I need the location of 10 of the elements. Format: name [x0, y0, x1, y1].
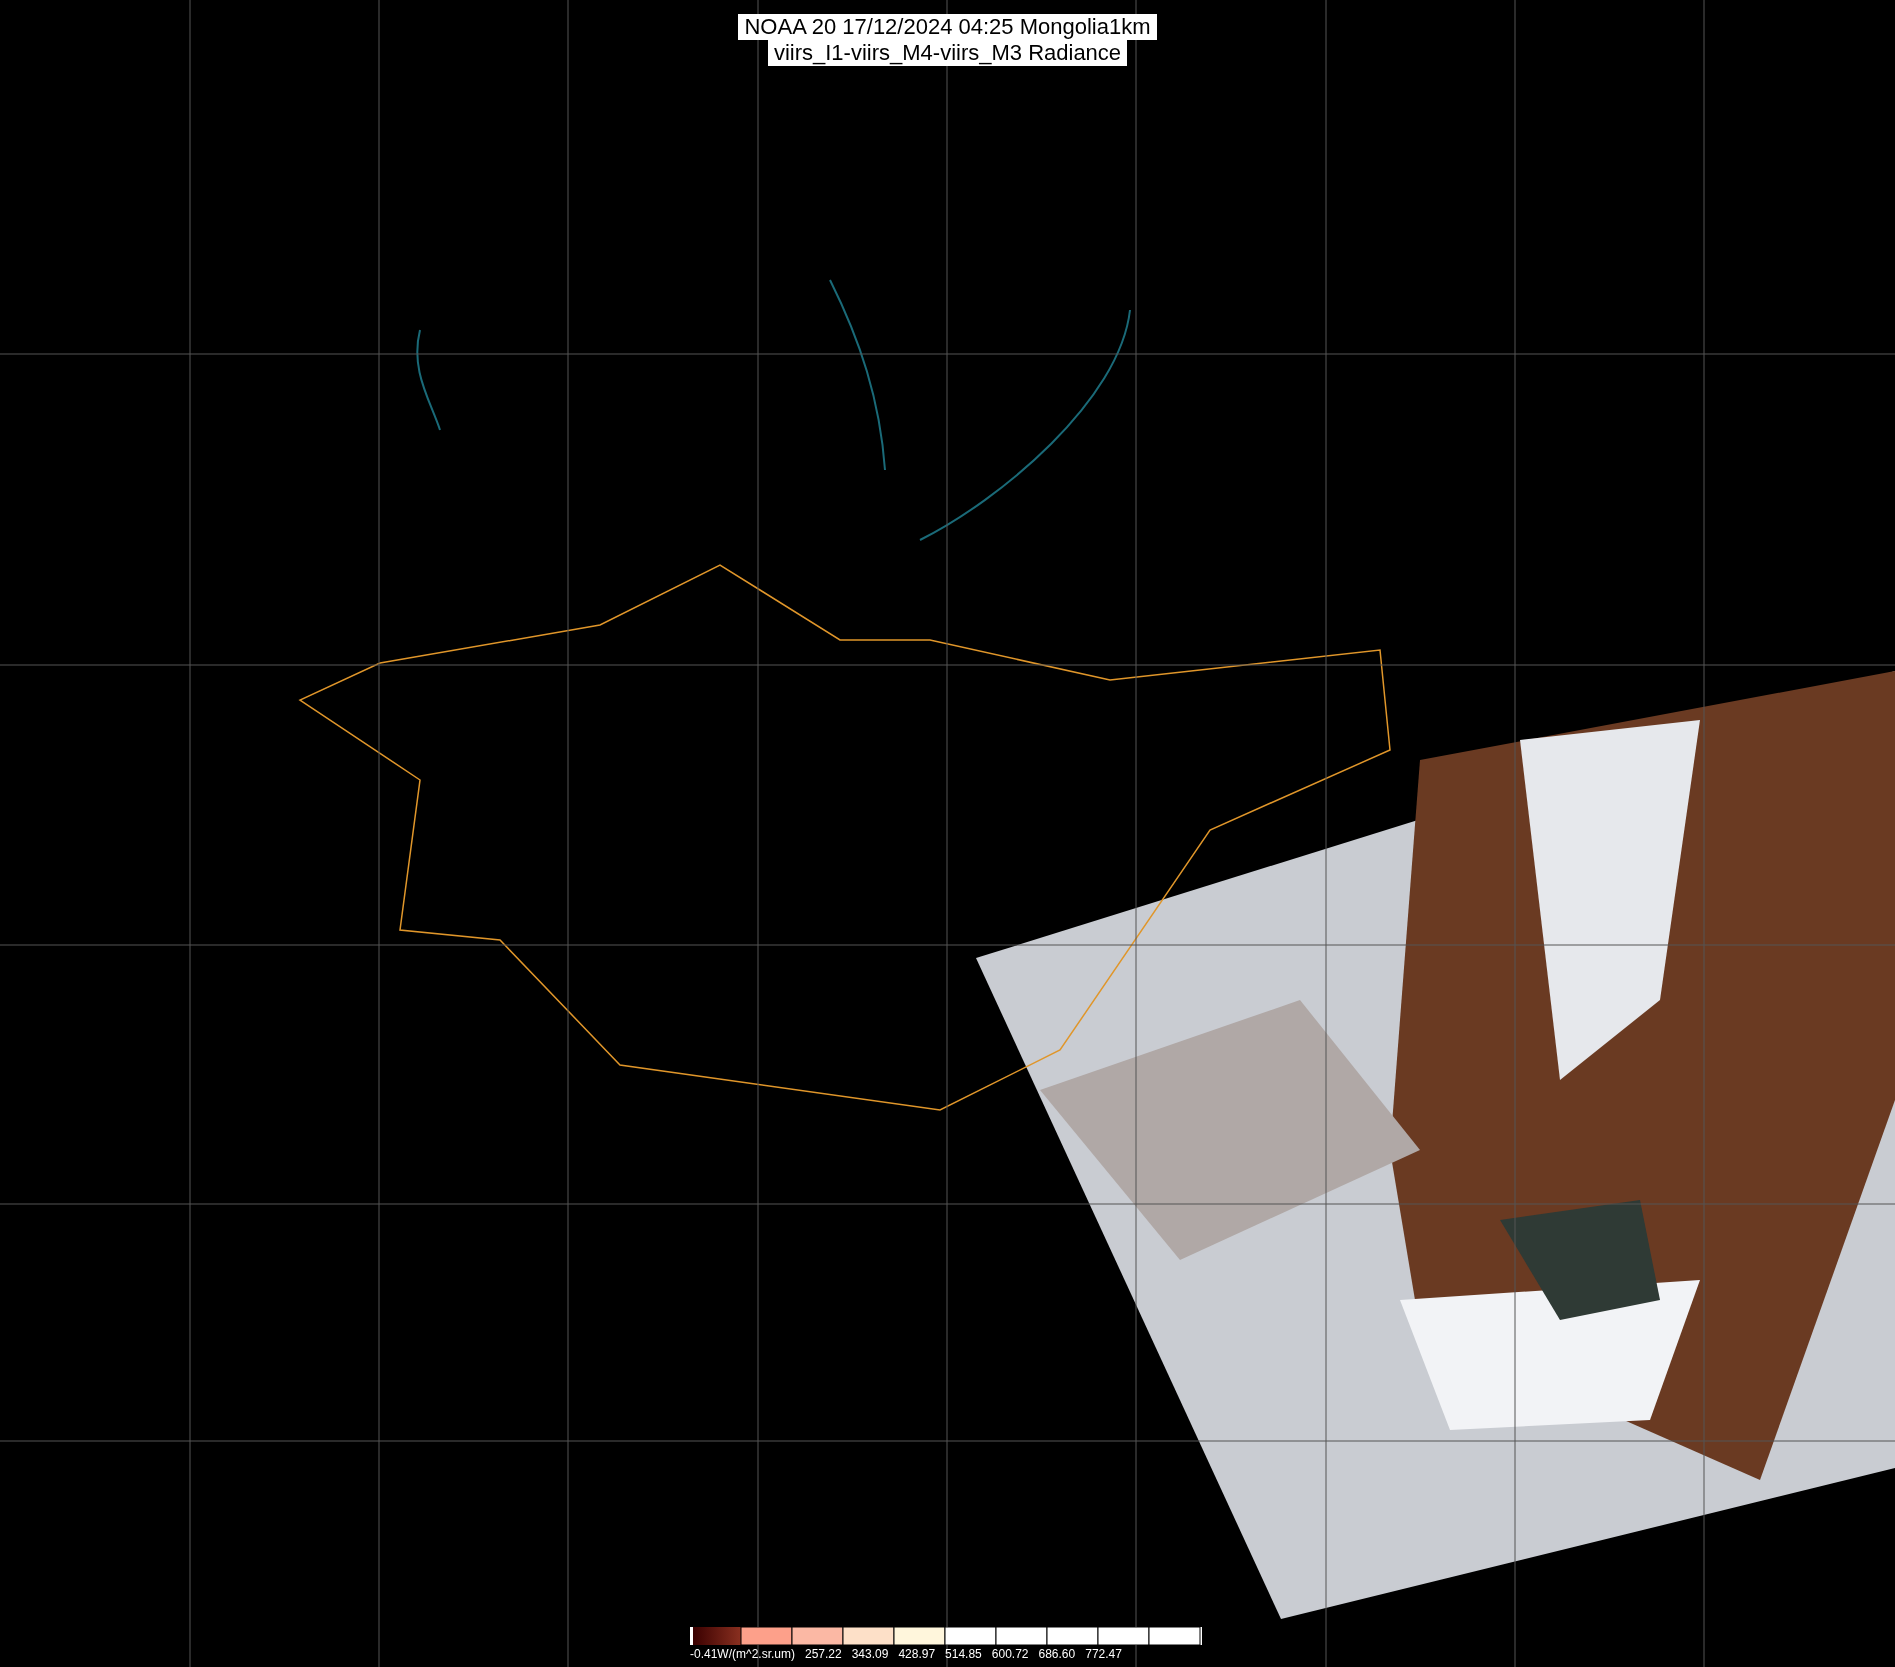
colorbar-label: 257.22 [805, 1647, 842, 1661]
map-title: NOAA 20 17/12/2024 04:25 Mongolia1km [738, 14, 1157, 40]
colorbar-label: 343.09 [851, 1647, 889, 1661]
colorbar-label: -0.41W/(m^2.sr.um) [690, 1647, 795, 1661]
colorbar-label: 428.97 [898, 1647, 936, 1661]
colorbar-label: 686.60 [1038, 1647, 1076, 1661]
colorbar-label: 600.72 [991, 1647, 1029, 1661]
colorbar-label: 772.47 [1085, 1647, 1122, 1661]
map-title: viirs_I1-viirs_M4-viirs_M3 Radiance [767, 40, 1128, 66]
colorbar-label: 514.85 [945, 1647, 982, 1661]
